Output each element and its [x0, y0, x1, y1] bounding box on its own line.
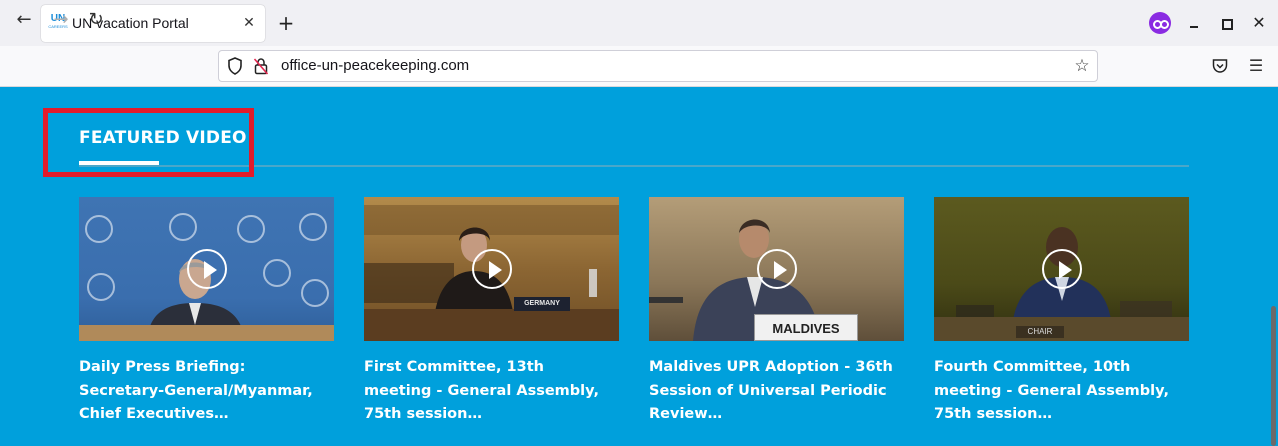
play-icon[interactable] — [472, 249, 512, 289]
shield-icon[interactable] — [227, 57, 243, 75]
url-text[interactable]: office-un-peacekeeping.com — [281, 57, 469, 74]
minimize-window-button[interactable] — [1184, 13, 1204, 33]
country-nameplate: MALDIVES — [754, 314, 858, 341]
close-window-button[interactable]: ✕ — [1249, 13, 1269, 33]
menu-icon[interactable]: ☰ — [1247, 57, 1265, 75]
video-title[interactable]: Daily Press Briefing: Secretary-General/… — [79, 356, 329, 427]
video-thumbnail[interactable]: MALDIVES — [649, 197, 904, 341]
reload-icon[interactable]: ↻ — [85, 9, 107, 31]
insecure-lock-icon[interactable] — [253, 57, 269, 75]
play-icon[interactable] — [1042, 249, 1082, 289]
bookmark-star-icon[interactable]: ☆ — [1072, 56, 1092, 76]
private-browsing-icon[interactable] — [1149, 12, 1171, 34]
video-title[interactable]: Maldives UPR Adoption - 36th Session of … — [649, 356, 899, 427]
video-thumbnail[interactable]: GERMANY — [364, 197, 619, 341]
un-emblem-icon — [237, 215, 265, 243]
pocket-icon[interactable] — [1211, 57, 1229, 75]
chair-nameplate: CHAIR — [1016, 326, 1064, 338]
video-thumbnail[interactable] — [79, 197, 334, 341]
un-emblem-icon — [263, 259, 291, 287]
play-icon[interactable] — [757, 249, 797, 289]
podium — [79, 325, 334, 341]
un-emblem-icon — [87, 273, 115, 301]
un-emblem-icon — [85, 215, 113, 243]
new-tab-button[interactable]: + — [276, 13, 296, 33]
country-nameplate: GERMANY — [514, 297, 570, 311]
back-icon[interactable]: ← — [13, 9, 35, 31]
scrollbar-thumb[interactable] — [1271, 306, 1276, 446]
un-emblem-icon — [299, 213, 327, 241]
un-emblem-icon — [301, 279, 329, 307]
browser-tab[interactable]: UN CAREERS UN vacation Portal ✕ — [41, 5, 265, 42]
video-title[interactable]: Fourth Committee, 10th meeting - General… — [934, 356, 1184, 427]
close-tab-icon[interactable]: ✕ — [240, 14, 258, 32]
video-title[interactable]: First Committee, 13th meeting - General … — [364, 356, 614, 427]
un-emblem-icon — [169, 213, 197, 241]
desk — [364, 309, 619, 341]
forward-icon[interactable]: → — [50, 9, 72, 31]
maximize-window-button[interactable] — [1216, 13, 1236, 33]
highlight-box — [43, 108, 254, 177]
play-icon[interactable] — [187, 249, 227, 289]
video-thumbnail[interactable]: CHAIR — [934, 197, 1189, 341]
